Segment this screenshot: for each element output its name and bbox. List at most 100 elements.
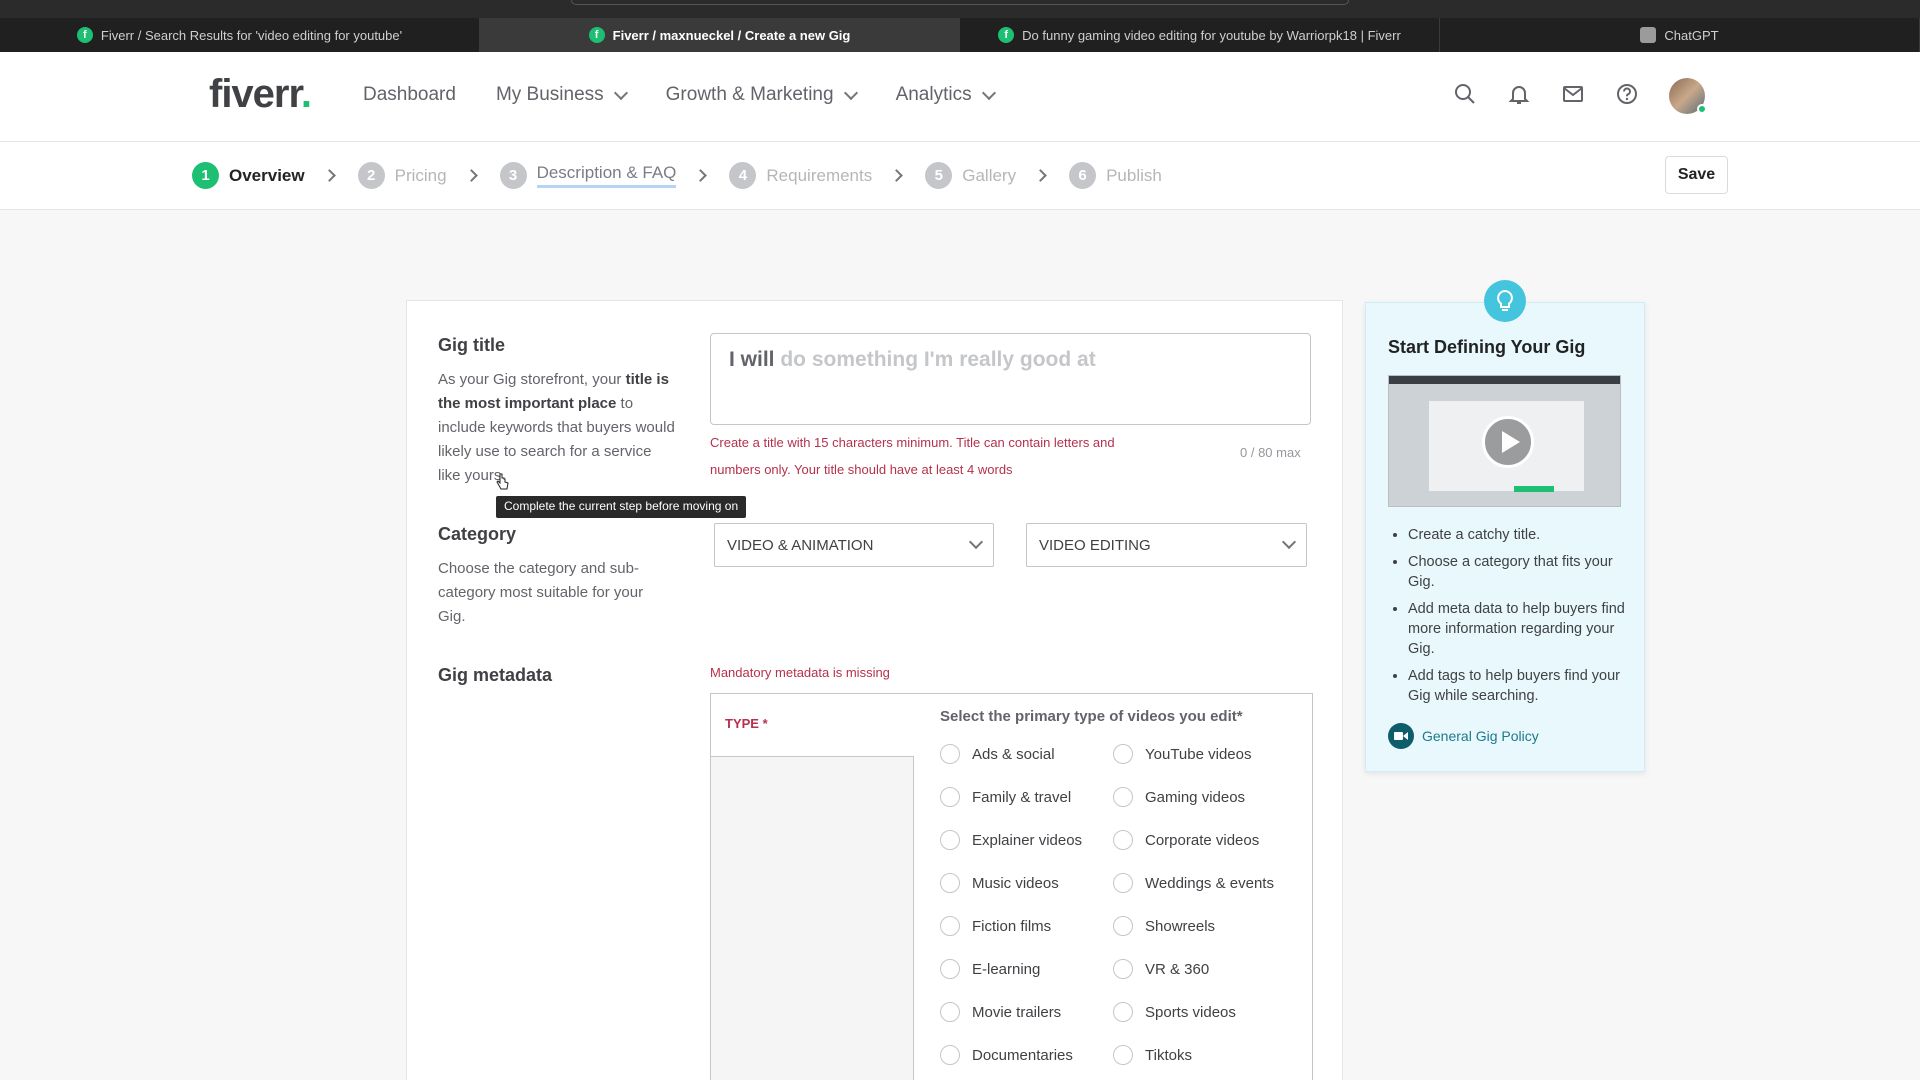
search-icon[interactable]: [1453, 82, 1477, 106]
option-family-travel[interactable]: Family & travel: [940, 787, 1071, 807]
lightbulb-icon: [1484, 280, 1526, 322]
fiverr-icon: f: [588, 27, 605, 43]
nav-analytics[interactable]: Analytics: [896, 84, 996, 106]
chatgpt-icon: [1640, 27, 1657, 43]
radio-button[interactable]: [940, 916, 960, 936]
video-thumbnail-button: [1514, 486, 1554, 492]
hand-cursor-icon: [496, 473, 509, 490]
category-description: Choose the category and sub-category mos…: [438, 560, 644, 625]
radio-button[interactable]: [940, 1045, 960, 1065]
option-showreels[interactable]: Showreels: [1113, 916, 1215, 936]
gig-overview-form: Gig title As your Gig storefront, your t…: [406, 300, 1343, 1080]
help-panel: Start Defining Your Gig Create a catchy …: [1365, 302, 1645, 772]
option-movie-trailers[interactable]: Movie trailers: [940, 1002, 1061, 1022]
help-tips-list: Create a catchy title. Choose a category…: [1408, 525, 1633, 713]
browser-tab-active[interactable]: f Fiverr / maxnueckel / Create a new Gig: [480, 18, 960, 52]
step-requirements[interactable]: 4 Requirements: [729, 162, 872, 189]
step-gallery[interactable]: 5 Gallery: [925, 162, 1016, 189]
option-corporate-videos[interactable]: Corporate videos: [1113, 830, 1259, 850]
radio-button[interactable]: [1113, 1045, 1133, 1065]
radio-button[interactable]: [940, 959, 960, 979]
fiverr-icon: f: [998, 27, 1015, 43]
chevron-down-icon: [1281, 534, 1297, 550]
browser-tabbar: f Fiverr / Search Results for 'video edi…: [0, 18, 1920, 52]
category-select[interactable]: VIDEO & ANIMATION: [714, 523, 994, 567]
radio-button[interactable]: [1113, 1002, 1133, 1022]
nav-my-business[interactable]: My Business: [496, 84, 628, 106]
avatar[interactable]: [1669, 78, 1707, 114]
radio-button[interactable]: [1113, 916, 1133, 936]
radio-button[interactable]: [940, 873, 960, 893]
radio-button[interactable]: [940, 787, 960, 807]
option-fiction-films[interactable]: Fiction films: [940, 916, 1051, 936]
step-overview[interactable]: 1 Overview: [192, 162, 305, 189]
nav-growth-marketing[interactable]: Growth & Marketing: [666, 84, 858, 106]
browser-tab[interactable]: f Fiverr / Search Results for 'video edi…: [0, 18, 480, 52]
online-status-dot: [1697, 104, 1707, 114]
chevron-right-icon: [464, 169, 478, 182]
option-gaming-videos[interactable]: Gaming videos: [1113, 787, 1245, 807]
video-thumbnail-bar: [1389, 376, 1620, 384]
metadata-type-list: [711, 756, 914, 1080]
fiverr-logo[interactable]: fiverr.: [209, 72, 312, 117]
mail-icon[interactable]: [1561, 82, 1585, 106]
address-bar[interactable]: [571, 0, 1349, 5]
radio-button[interactable]: [1113, 873, 1133, 893]
metadata-error-message: Mandatory metadata is missing: [710, 665, 890, 680]
option-e-learning[interactable]: E-learning: [940, 959, 1040, 979]
tooltip: Complete the current step before moving …: [496, 496, 747, 518]
radio-button[interactable]: [940, 1002, 960, 1022]
browser-tab[interactable]: f Do funny gaming video editing for yout…: [960, 18, 1440, 52]
radio-button[interactable]: [1113, 959, 1133, 979]
header-icons: [1453, 82, 1639, 106]
option-documentaries[interactable]: Documentaries: [940, 1045, 1073, 1065]
chevron-down-icon: [968, 534, 984, 550]
browser-tab[interactable]: ChatGPT: [1440, 18, 1920, 52]
video-camera-icon: [1388, 723, 1414, 749]
chevron-right-icon: [322, 169, 336, 182]
radio-button[interactable]: [1113, 787, 1133, 807]
title-prefix: I will: [729, 348, 775, 371]
help-panel-title: Start Defining Your Gig: [1388, 337, 1586, 357]
radio-button[interactable]: [940, 830, 960, 850]
title-placeholder: do something I'm really good at: [780, 348, 1096, 371]
step-description-faq[interactable]: 3 Description & FAQ: [499, 162, 677, 189]
metadata-type-label[interactable]: TYPE *: [725, 716, 768, 731]
option-music-videos[interactable]: Music videos: [940, 873, 1059, 893]
option-youtube-videos[interactable]: YouTube videos: [1113, 744, 1251, 764]
list-item: Add tags to help buyers find your Gig wh…: [1408, 666, 1633, 706]
option-explainer-videos[interactable]: Explainer videos: [940, 830, 1082, 850]
radio-button[interactable]: [940, 744, 960, 764]
list-item: Add meta data to help buyers find more i…: [1408, 599, 1633, 659]
radio-button[interactable]: [1113, 744, 1133, 764]
nav-dashboard[interactable]: Dashboard: [363, 84, 456, 106]
save-button[interactable]: Save: [1665, 156, 1728, 194]
tab-title: Fiverr / maxnueckel / Create a new Gig: [612, 27, 851, 43]
option-weddings-events[interactable]: Weddings & events: [1113, 873, 1274, 893]
option-tiktoks[interactable]: Tiktoks: [1113, 1045, 1192, 1065]
metadata-type-column: TYPE *: [711, 694, 914, 1080]
help-icon[interactable]: [1615, 82, 1639, 106]
option-vr-360[interactable]: VR & 360: [1113, 959, 1209, 979]
step-publish[interactable]: 6 Publish: [1069, 162, 1162, 189]
chevron-down-icon: [981, 85, 996, 100]
chevron-down-icon: [613, 85, 628, 100]
general-gig-policy-link[interactable]: General Gig Policy: [1388, 723, 1539, 749]
chevron-right-icon: [694, 169, 708, 182]
gig-title-heading: Gig title: [438, 335, 505, 355]
chevron-down-icon: [843, 85, 858, 100]
title-char-counter: 0 / 80 max: [1240, 445, 1301, 460]
tutorial-video[interactable]: [1388, 375, 1621, 507]
subcategory-select[interactable]: VIDEO EDITING: [1026, 523, 1307, 567]
option-ads-social[interactable]: Ads & social: [940, 744, 1055, 764]
radio-button[interactable]: [1113, 830, 1133, 850]
metadata-heading: Gig metadata: [438, 665, 553, 685]
category-heading: Category: [438, 524, 517, 544]
bell-icon[interactable]: [1507, 82, 1531, 106]
metadata-panel: TYPE * Select the primary type of videos…: [710, 693, 1313, 1080]
gig-title-input[interactable]: I will do something I'm really good at: [710, 333, 1311, 425]
main-nav: Dashboard My Business Growth & Marketing…: [363, 84, 996, 106]
option-sports-videos[interactable]: Sports videos: [1113, 1002, 1236, 1022]
step-pricing[interactable]: 2 Pricing: [357, 162, 447, 189]
play-icon[interactable]: [1482, 416, 1534, 468]
